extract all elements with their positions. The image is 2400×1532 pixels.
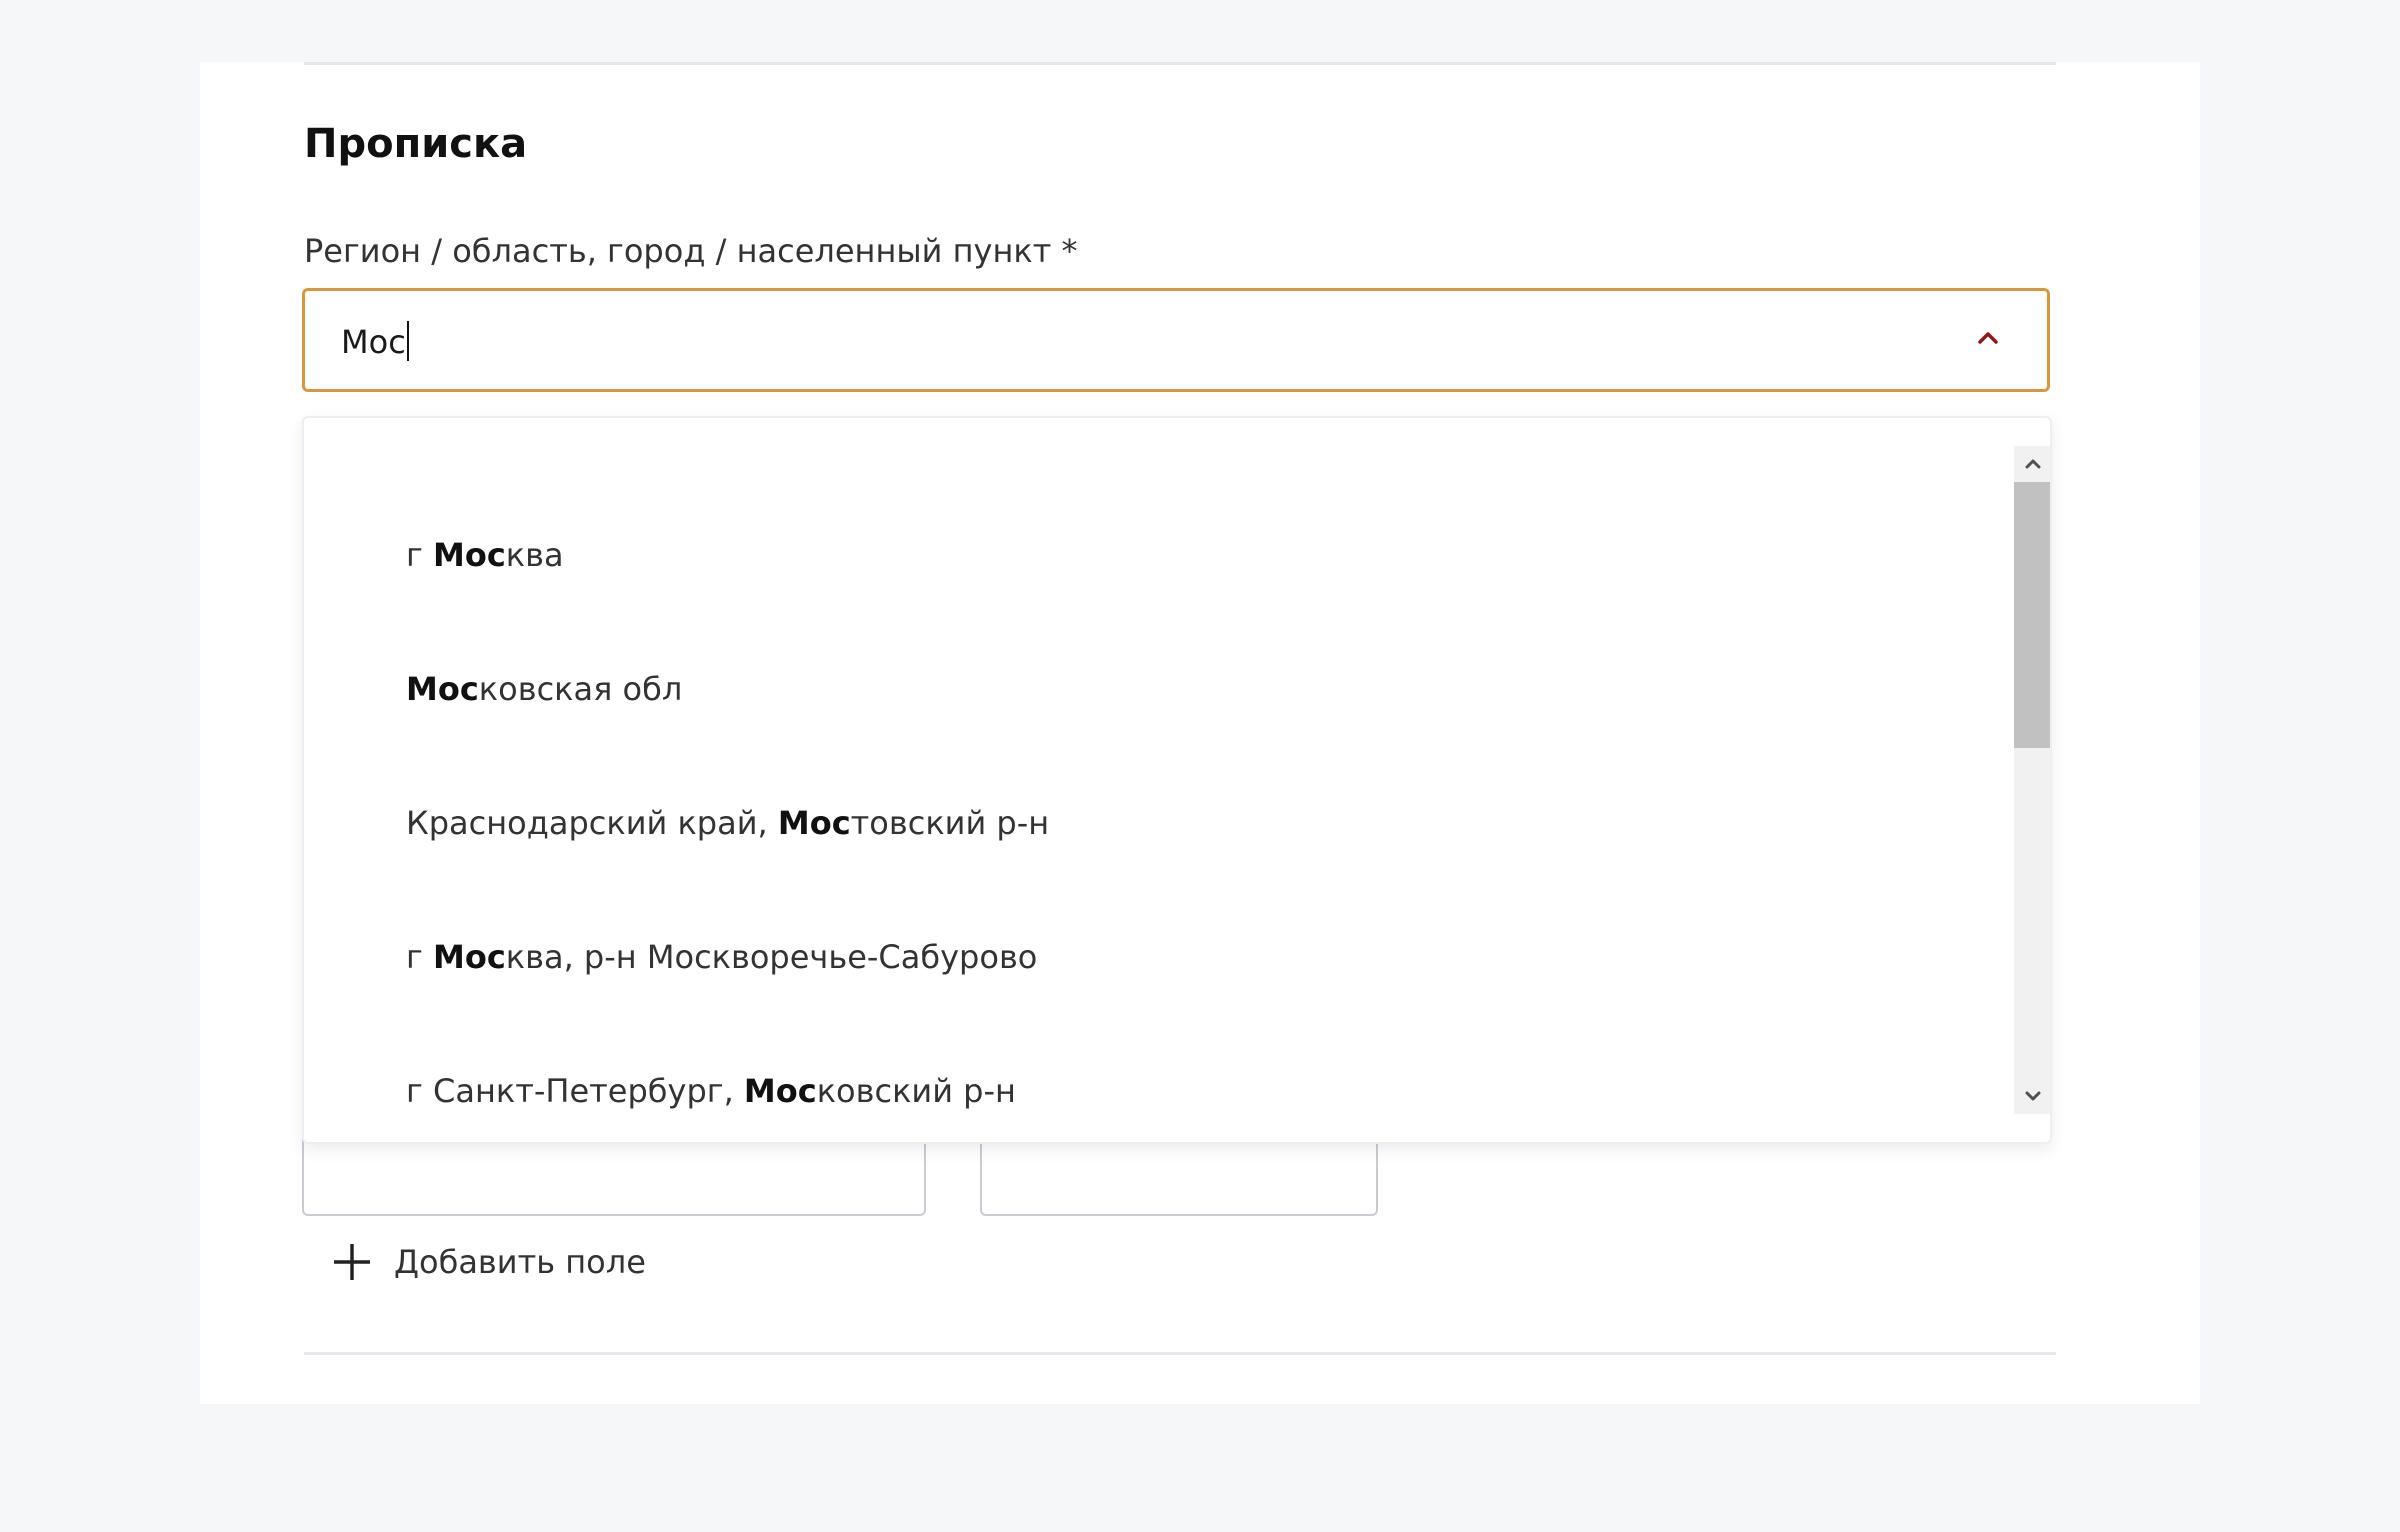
scroll-thumb[interactable] [2014,482,2050,748]
bottom-divider [304,1352,2056,1355]
suggestion-option[interactable]: Краснодарский край, Мостовский р-н [406,804,1049,842]
add-field-label: Добавить поле [394,1242,646,1281]
suggestion-option[interactable]: Московская обл [406,670,682,708]
suggestion-option[interactable]: г Москва, р-н Москворечье-Сабурово [406,938,1037,976]
section-title: Прописка [304,121,528,167]
suggestion-option[interactable]: г Москва [406,536,564,574]
scroll-up-arrow-icon[interactable] [2014,446,2052,482]
scroll-down-arrow-icon[interactable] [2014,1078,2052,1114]
form-card: Прописка Регион / область, город / насел… [200,62,2200,1404]
text-caret [406,321,409,361]
region-input-value[interactable]: Мос [341,321,409,361]
dropdown-scrollbar[interactable] [2014,446,2052,1114]
region-field-label: Регион / область, город / населенный пун… [304,232,1078,270]
top-divider [304,62,2056,65]
chevron-up-icon[interactable] [1975,325,2001,351]
region-input[interactable]: Мос [302,288,2050,392]
suggestions-dropdown: г Москва Московская обл Краснодарский кр… [302,416,2052,1144]
add-field-button[interactable]: Добавить поле [332,1232,646,1292]
plus-icon [334,1244,370,1280]
suggestion-option[interactable]: г Санкт-Петербург, Московский р-н [406,1072,1016,1110]
